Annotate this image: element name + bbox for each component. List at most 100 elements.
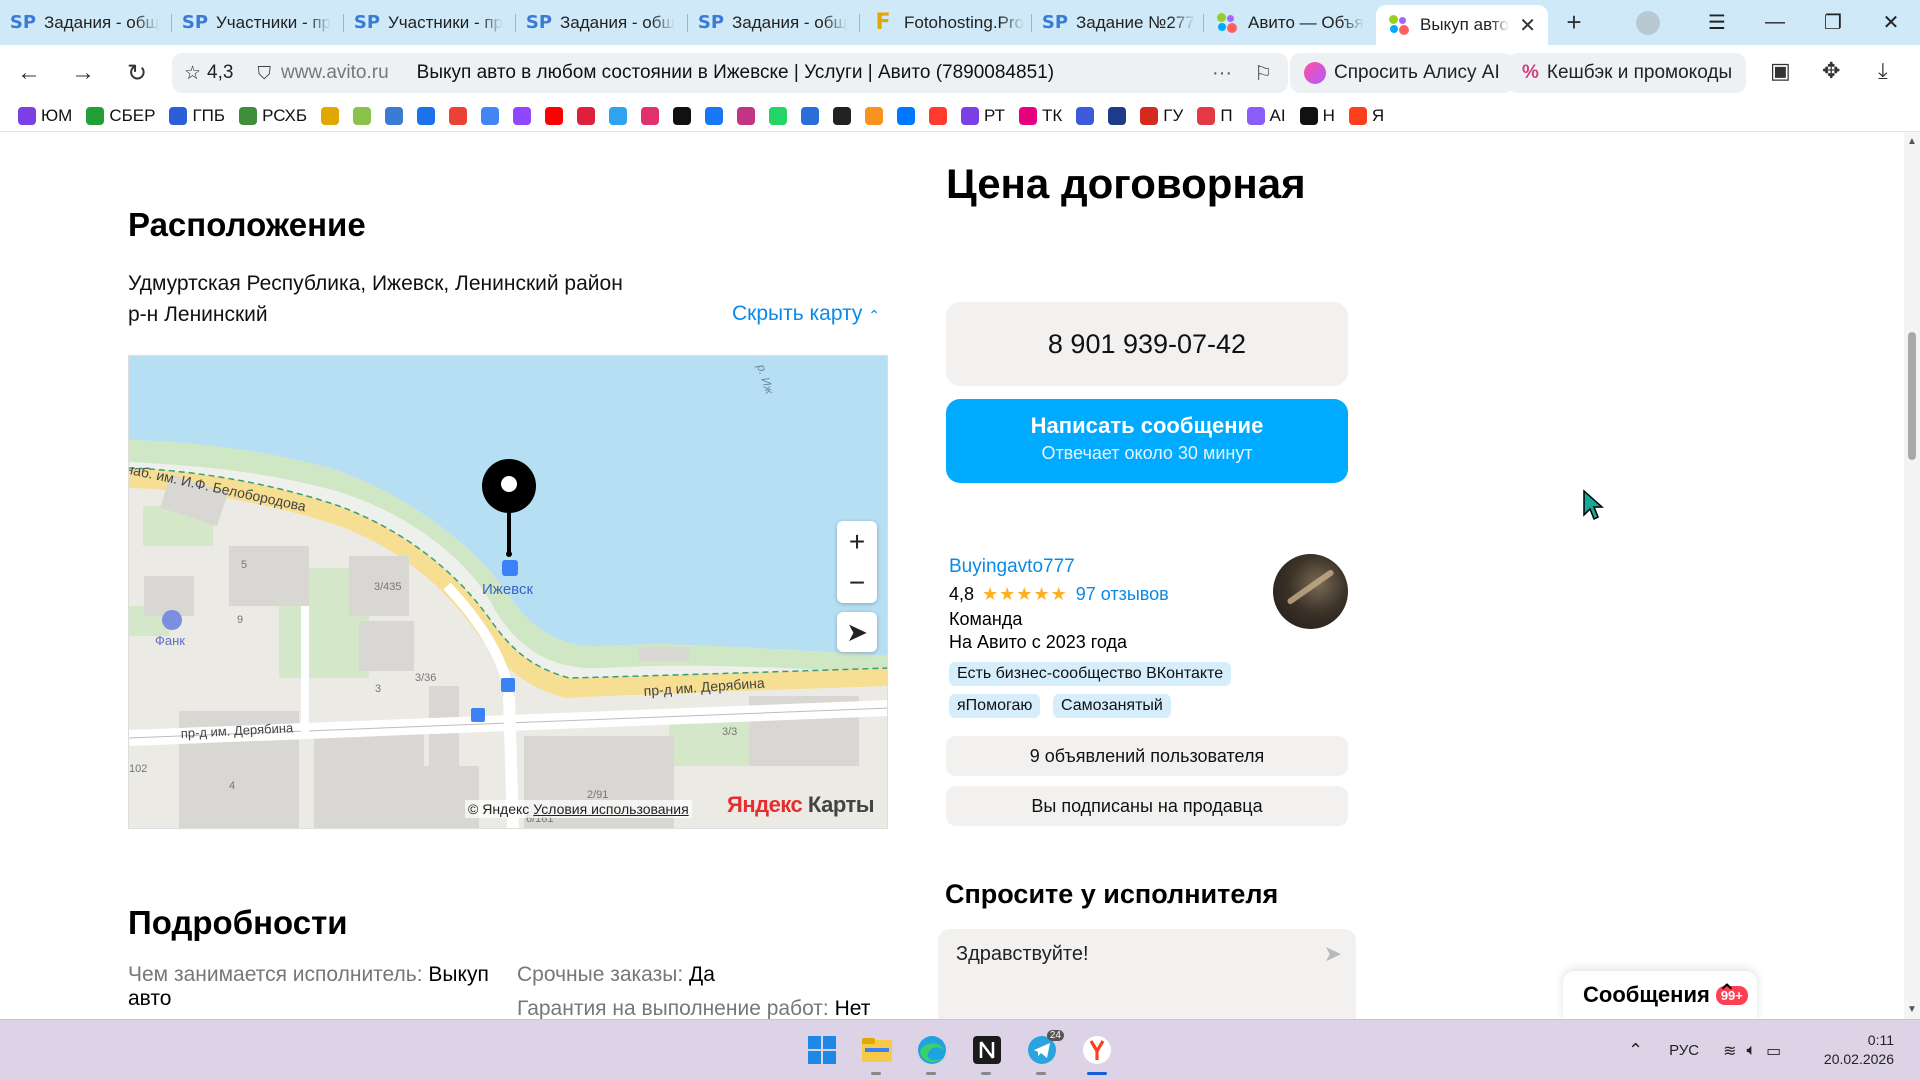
bookmark-item[interactable]: РСХБ <box>239 106 307 126</box>
shield-icon[interactable]: ⛉ <box>257 63 271 84</box>
reload-icon[interactable]: ↻ <box>110 50 164 96</box>
bookmark-item[interactable]: РТ <box>961 106 1005 126</box>
back-icon[interactable]: ← <box>2 50 56 96</box>
site-rating[interactable]: ☆ 4,3 <box>184 62 233 85</box>
bookmark-icon[interactable]: ⚐ <box>1254 61 1272 86</box>
tab-sp-3[interactable]: SP Участники - пр <box>344 0 516 45</box>
write-message-button[interactable]: Написать сообщение Отвечает около 30 мин… <box>946 399 1348 483</box>
tab-active-avito[interactable]: Выкуп авто ✕ <box>1376 5 1548 45</box>
bookmark-item[interactable]: ТК <box>1019 106 1062 126</box>
extensions-icon[interactable]: ✥ <box>1822 58 1840 84</box>
bookmark-item[interactable] <box>449 107 468 125</box>
tag-self-employed[interactable]: Самозанятый <box>1053 694 1171 718</box>
edge-icon[interactable] <box>914 1032 950 1075</box>
bookmark-item[interactable] <box>737 107 756 125</box>
tab-sp-4[interactable]: SP Задания - общ <box>516 0 688 45</box>
bookmark-item[interactable]: ГУ <box>1140 106 1183 126</box>
bookmark-item[interactable]: ЮМ <box>18 106 72 126</box>
bookmark-item[interactable] <box>801 107 820 125</box>
bookmark-item[interactable]: ГПБ <box>169 106 225 126</box>
more-icon[interactable]: ··· <box>1212 62 1232 85</box>
bookmark-item[interactable] <box>545 107 564 125</box>
seller-ads-button[interactable]: 9 объявлений пользователя <box>946 736 1348 776</box>
bookmark-item[interactable] <box>417 107 436 125</box>
volume-icon[interactable]: 🔈︎ <box>1747 1042 1757 1060</box>
language-indicator[interactable]: РУС <box>1669 1042 1699 1059</box>
map-terms-link[interactable]: Условия использования <box>533 801 688 817</box>
tab-fotohosting[interactable]: F Fotohosting.Pro <box>860 0 1032 45</box>
bookmark-item[interactable] <box>641 107 660 125</box>
chevron-up-icon[interactable]: ⌃ <box>1717 979 1737 1008</box>
tag-vk-community[interactable]: Есть бизнес-сообщество ВКонтакте <box>949 662 1232 686</box>
geolocation-icon[interactable]: ➤ <box>837 612 877 652</box>
address-bar[interactable]: ☆ 4,3 ⛉ www.avito.ru Выкуп авто в любом с… <box>172 53 1288 93</box>
map[interactable]: наб. им. И.Ф. Белобородова пр-д им. Деря… <box>128 355 888 829</box>
wifi-icon[interactable]: ≋ <box>1723 1041 1736 1061</box>
profile-avatar-icon[interactable] <box>1636 10 1660 35</box>
tab-sp-5[interactable]: SP Задания - общ <box>688 0 860 45</box>
bookmark-item[interactable] <box>609 107 628 125</box>
battery-icon[interactable]: ▭ <box>1766 1041 1781 1061</box>
bookmark-item[interactable] <box>897 107 916 125</box>
bookmark-item[interactable] <box>481 107 500 125</box>
bookmark-item[interactable] <box>769 107 788 125</box>
restore-icon[interactable]: ❐ <box>1804 10 1862 35</box>
yandex-browser-icon[interactable] <box>1079 1032 1115 1075</box>
scrollbar-thumb[interactable] <box>1908 332 1916 460</box>
map-canvas[interactable]: наб. им. И.Ф. Белобородова пр-д им. Деря… <box>129 356 888 829</box>
bookmark-item[interactable]: Я <box>1348 106 1384 126</box>
messages-widget[interactable]: Сообщения 99+ ⌃ <box>1563 971 1757 1019</box>
bookmark-item[interactable] <box>1108 107 1127 125</box>
bookmark-item[interactable]: СБЕР <box>86 106 155 126</box>
subscribed-button[interactable]: Вы подписаны на продавца <box>946 786 1348 826</box>
file-explorer-icon[interactable] <box>859 1032 895 1075</box>
telegram-icon[interactable]: 24 <box>1024 1030 1064 1075</box>
bookmark-item[interactable] <box>865 107 884 125</box>
yandex-maps-logo[interactable]: Яндекс Карты <box>727 792 875 818</box>
bookmark-item[interactable] <box>1076 107 1095 125</box>
forward-icon[interactable]: → <box>56 50 110 96</box>
page-scrollbar[interactable]: ▲ ▼ <box>1904 132 1920 1019</box>
ask-alice-button[interactable]: Спросить Алису AI <box>1290 53 1514 93</box>
bookmark-item[interactable] <box>673 107 692 125</box>
bookmark-item[interactable] <box>833 107 852 125</box>
tag-yapomogayu[interactable]: яПомогаю <box>949 694 1041 718</box>
zoom-in-icon[interactable]: + <box>837 521 877 562</box>
bookmark-item[interactable] <box>353 107 372 125</box>
tab-sp-2[interactable]: SP Участники - пр <box>172 0 344 45</box>
clock[interactable]: 0:11 20.02.2026 <box>1824 1031 1894 1069</box>
tab-sp-1[interactable]: SP Задания - общ <box>0 0 172 45</box>
ask-message-input[interactable]: Здравствуйте! ➤ <box>938 929 1356 1019</box>
bookmark-item[interactable]: AI <box>1246 106 1286 126</box>
tab-sp-6[interactable]: SP Задание №277 <box>1032 0 1204 45</box>
phone-button[interactable]: 8 901 939-07-42 <box>946 302 1348 386</box>
bookmark-item[interactable] <box>321 107 340 125</box>
cashback-button[interactable]: % Кешбэк и промокоды <box>1508 53 1747 93</box>
bookmark-item[interactable] <box>385 107 404 125</box>
download-icon[interactable]: ⤓ <box>1878 58 1888 84</box>
close-tab-icon[interactable]: ✕ <box>1519 13 1536 38</box>
tab-avito[interactable]: Авито — Объя <box>1204 0 1376 45</box>
start-icon[interactable] <box>804 1032 840 1068</box>
scroll-up-icon[interactable]: ▲ <box>1907 136 1917 147</box>
notion-icon[interactable] <box>969 1032 1005 1075</box>
hide-map-link[interactable]: Скрыть карту ⌃ <box>732 302 880 326</box>
bookmark-item[interactable] <box>929 107 948 125</box>
minimize-icon[interactable]: — <box>1746 11 1804 34</box>
tray-chevron-up-icon[interactable]: ⌃ <box>1628 1040 1643 1061</box>
bookmark-item[interactable] <box>577 107 596 125</box>
seller-avatar[interactable] <box>1273 554 1348 629</box>
zoom-out-icon[interactable]: − <box>837 562 877 603</box>
bookmark-item[interactable]: Н <box>1299 106 1335 126</box>
bookmark-item[interactable]: П <box>1197 106 1233 126</box>
send-icon[interactable]: ➤ <box>1324 941 1342 967</box>
scroll-down-icon[interactable]: ▼ <box>1907 1004 1917 1015</box>
seller-name-link[interactable]: Buyingavto777 <box>949 556 1075 578</box>
image-icon[interactable]: ▣ <box>1770 58 1791 84</box>
menu-icon[interactable]: ☰ <box>1688 10 1746 35</box>
bookmark-item[interactable] <box>705 107 724 125</box>
close-window-icon[interactable]: ✕ <box>1862 10 1920 35</box>
new-tab-button[interactable]: + <box>1556 5 1592 41</box>
reviews-link[interactable]: 97 отзывов <box>1076 584 1169 605</box>
bookmark-item[interactable] <box>513 107 532 125</box>
